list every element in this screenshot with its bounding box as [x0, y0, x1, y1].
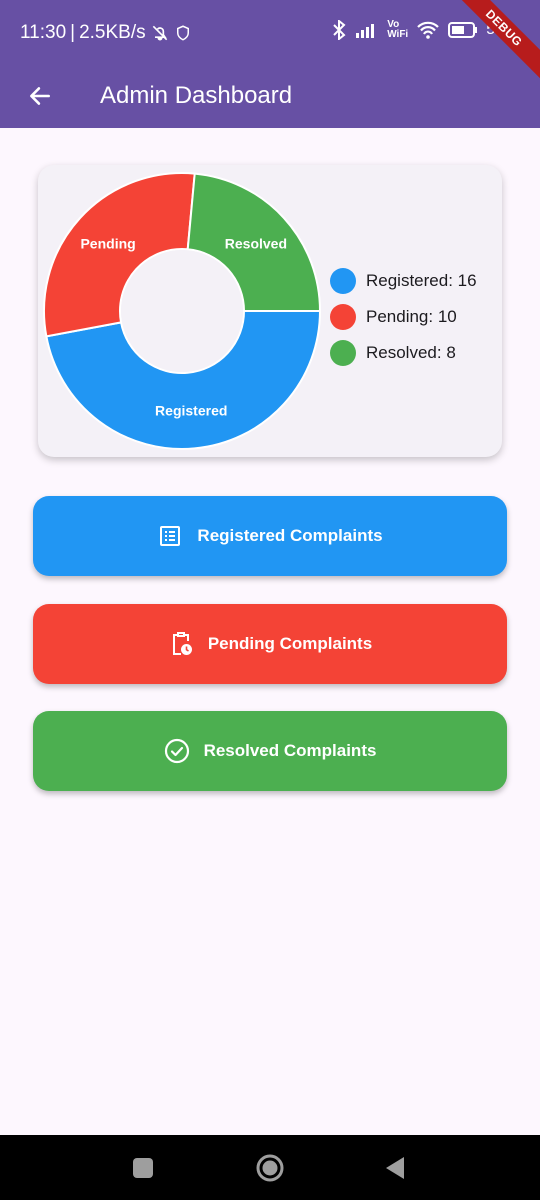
slice-label-resolved: Resolved	[225, 236, 287, 252]
shield-icon	[176, 25, 189, 41]
donut-chart: Registered Pending Resolved	[43, 172, 322, 450]
status-bar: 11:30 | 2.5KB/s VoWiFi 53 DEBUG	[0, 0, 540, 85]
list-alt-icon	[157, 523, 183, 549]
battery-icon	[448, 22, 478, 38]
system-nav-bar	[0, 1135, 540, 1200]
slice-label-registered: Registered	[155, 403, 227, 419]
status-left: 11:30 | 2.5KB/s	[20, 22, 192, 44]
home-icon[interactable]	[255, 1153, 285, 1183]
vowifi-icon: Vo WiFi	[387, 19, 409, 40]
check-circle-icon	[164, 738, 190, 764]
wifi-icon	[417, 21, 439, 39]
registered-complaints-label: Registered Complaints	[197, 526, 383, 545]
back-icon[interactable]	[384, 1155, 406, 1181]
legend-dot	[330, 304, 356, 330]
legend-dot	[330, 340, 356, 366]
legend-label: Pending: 10	[366, 307, 457, 326]
network-speed: 2.5KB/s	[79, 22, 146, 43]
resolved-complaints-label: Resolved Complaints	[203, 741, 377, 760]
arrow-back-icon	[30, 87, 50, 105]
legend-dot	[330, 268, 356, 294]
signal-icon	[356, 24, 375, 38]
legend-label: Registered: 16	[366, 271, 477, 290]
recent-apps-icon[interactable]	[132, 1157, 154, 1179]
back-button[interactable]	[20, 74, 60, 118]
legend-item-resolved: Resolved: 8	[330, 335, 477, 371]
status-right: VoWiFi 53	[331, 20, 504, 40]
status-time: 11:30	[20, 22, 67, 43]
registered-complaints-button[interactable]: Registered Complaints	[33, 496, 507, 576]
donut-hole	[121, 250, 243, 372]
chart-card: Registered Pending Resolved Registered: 16…	[38, 165, 502, 457]
legend-item-registered: Registered: 16	[330, 263, 477, 299]
resolved-complaints-button[interactable]: Resolved Complaints	[33, 711, 507, 791]
page-title: Admin Dashboard	[100, 82, 293, 109]
legend-item-pending: Pending: 10	[330, 299, 477, 335]
legend-label: Resolved: 8	[366, 343, 456, 362]
slice-label-pending: Pending	[80, 236, 135, 252]
pending-complaints-button[interactable]: Pending Complaints	[33, 604, 507, 684]
pending-actions-icon	[168, 631, 194, 657]
chart-legend: Registered: 16 Pending: 10 Resolved: 8	[330, 263, 477, 371]
pending-complaints-label: Pending Complaints	[207, 634, 373, 653]
toolbar: Admin Dashboard	[0, 64, 540, 128]
app-bar: 11:30 | 2.5KB/s VoWiFi 53 DEBUG Admin Da…	[0, 0, 540, 128]
bluetooth-icon	[333, 20, 346, 40]
bell-off-icon	[152, 25, 167, 41]
